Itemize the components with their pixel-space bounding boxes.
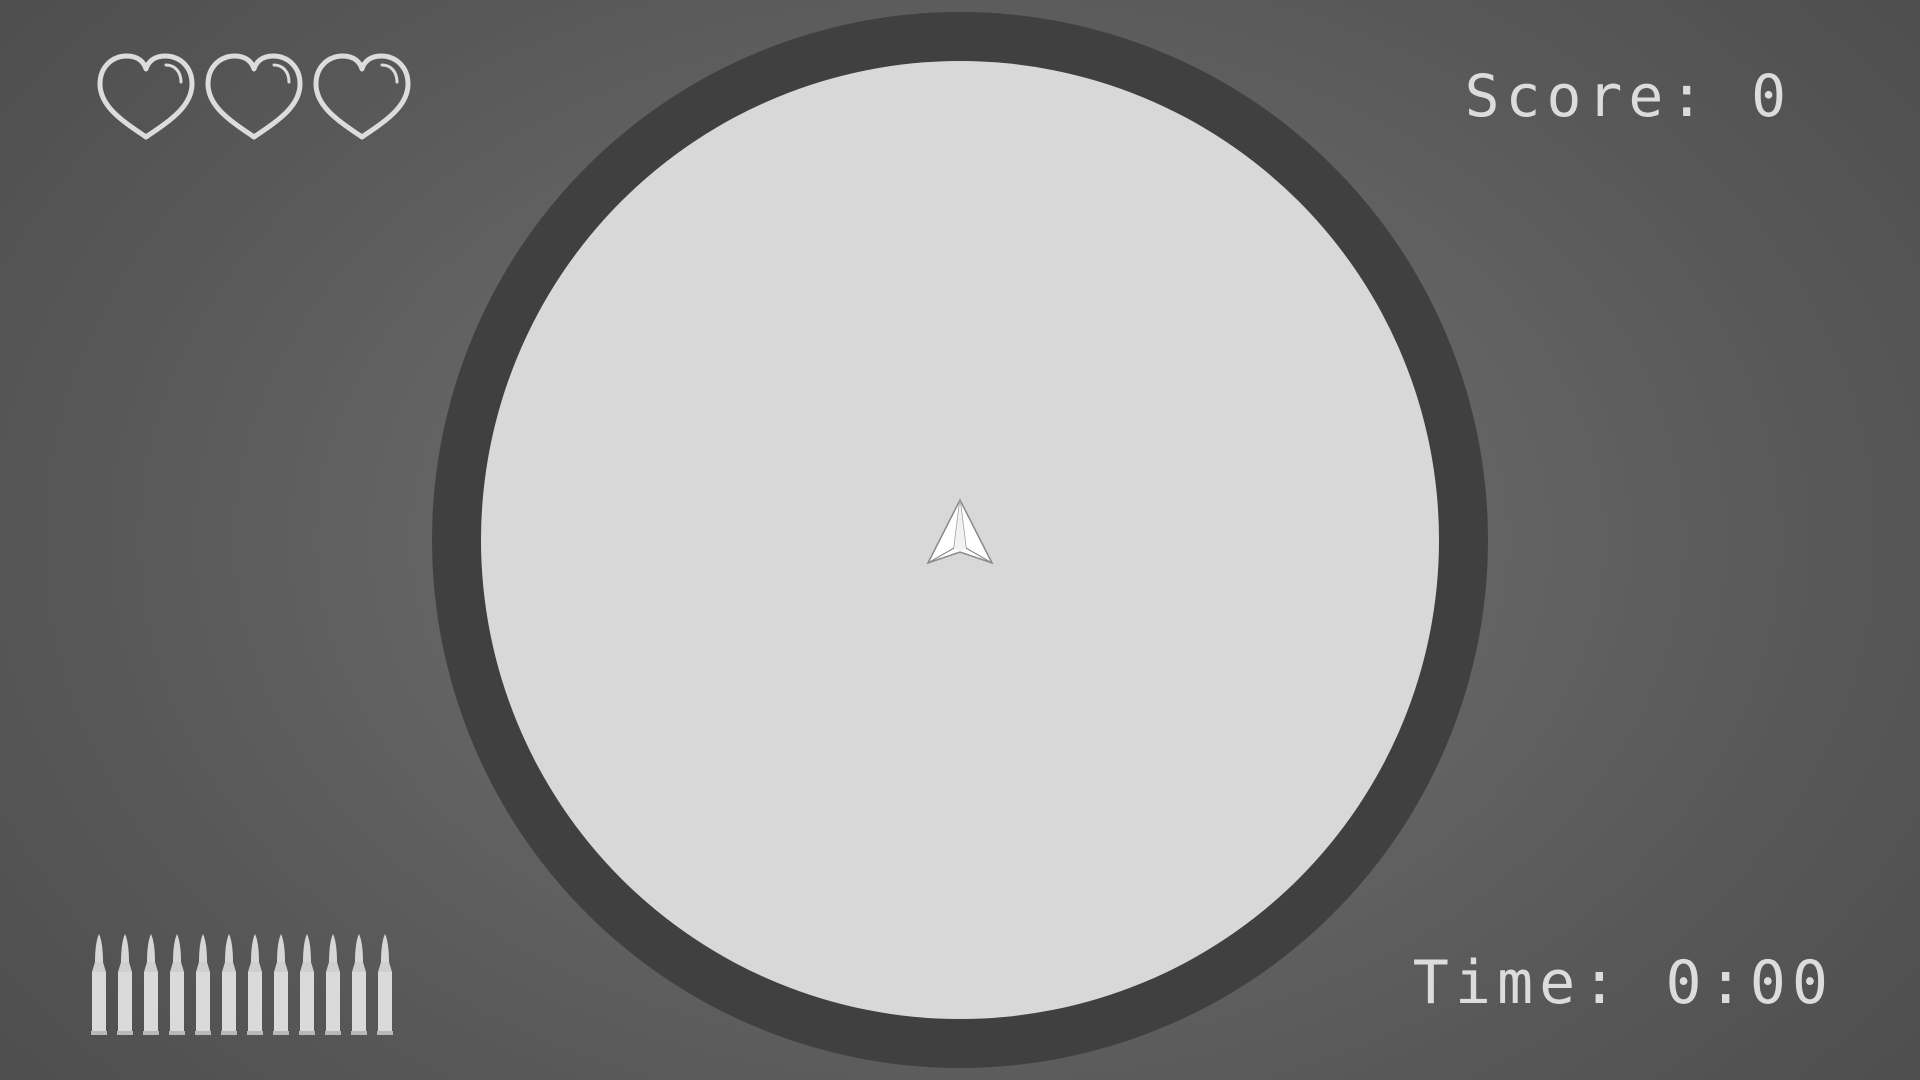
bullet-icon: [299, 934, 315, 1035]
bullet-icon: [377, 934, 393, 1035]
bullet-icon: [143, 934, 159, 1035]
bullet-icon: [221, 934, 237, 1035]
bullet-icon: [169, 934, 185, 1035]
bullet-icon: [247, 934, 263, 1035]
heart-icon: [313, 53, 411, 140]
timer-display: Time: 0:00: [1412, 948, 1834, 1018]
heart-icon: [97, 53, 195, 140]
score-display: Score: 0: [1464, 62, 1792, 130]
ammo-display: [89, 934, 395, 1036]
bullet-icon: [195, 934, 211, 1035]
bullet-icon: [273, 934, 289, 1035]
bullet-icon: [325, 934, 341, 1035]
heart-icon: [205, 53, 303, 140]
bullet-icon: [117, 934, 133, 1035]
lives-display: [96, 52, 420, 142]
arena: [432, 12, 1488, 1068]
bullet-icon: [351, 934, 367, 1035]
bullet-icon: [91, 934, 107, 1035]
